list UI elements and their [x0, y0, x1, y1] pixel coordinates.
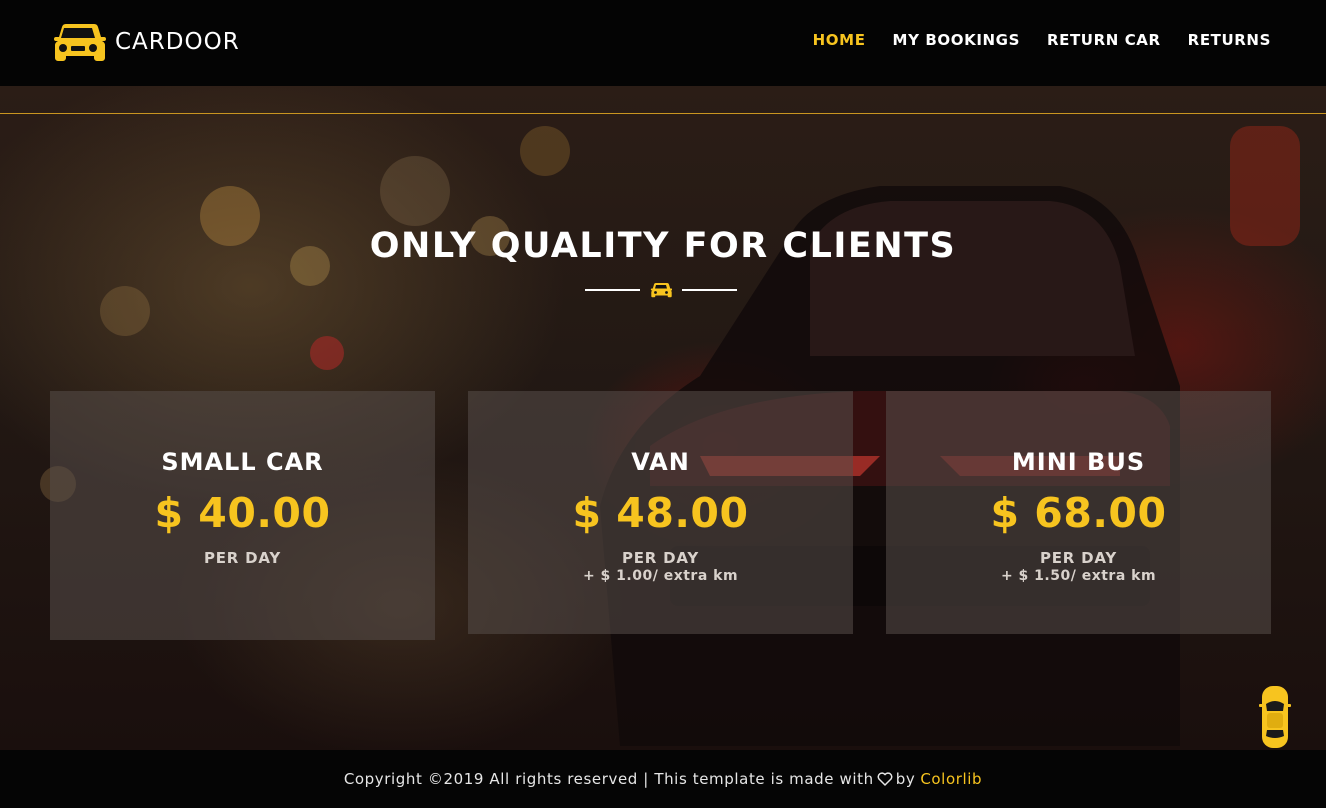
car-top-view-icon[interactable] — [1258, 684, 1292, 750]
pricing-card-price: $ 48.00 — [572, 489, 749, 537]
pricing-card-small-car: SMALL CAR $ 40.00 PER DAY — [50, 391, 435, 640]
hero-section: ONLY QUALITY FOR CLIENTS SMALL CAR $ 40.… — [0, 86, 1326, 750]
nav-item-returns[interactable]: RETURNS — [1188, 31, 1271, 49]
pricing-card-title: SMALL CAR — [161, 448, 324, 476]
pricing-card-van: VAN $ 48.00 PER DAY + $ 1.00/ extra km — [468, 391, 853, 634]
footer-copyright: Copyright ©2019 All rights reserved | Th… — [343, 770, 874, 788]
divider-line-left — [585, 289, 640, 291]
brand-logo-link[interactable]: CARDOOR — [50, 20, 240, 64]
brand-name: CARDOOR — [115, 29, 240, 55]
pricing-card-price: $ 68.00 — [990, 489, 1167, 537]
heart-icon — [877, 772, 893, 786]
pricing-card-price: $ 40.00 — [154, 489, 331, 537]
main-nav: HOME MY BOOKINGS RETURN CAR RETURNS — [786, 31, 1271, 49]
pricing-card-title: MINI BUS — [1011, 448, 1146, 476]
car-icon — [650, 282, 672, 298]
navbar: CARDOOR HOME MY BOOKINGS RETURN CAR RETU… — [0, 0, 1326, 86]
title-divider — [585, 282, 737, 298]
pricing-card-title: VAN — [631, 448, 690, 476]
nav-item-return-car[interactable]: RETURN CAR — [1047, 31, 1161, 49]
header-divider-line — [0, 113, 1326, 114]
pricing-card-extra: + $ 1.50/ extra km — [1000, 568, 1157, 584]
nav-item-home[interactable]: HOME — [813, 31, 866, 49]
footer-credit-link[interactable]: Colorlib — [920, 770, 982, 788]
bokeh-light — [310, 336, 344, 370]
pricing-card-mini-bus: MINI BUS $ 68.00 PER DAY + $ 1.50/ extra… — [886, 391, 1271, 634]
pricing-card-period: PER DAY — [1039, 549, 1118, 567]
car-front-icon — [54, 23, 106, 61]
footer: Copyright ©2019 All rights reserved | Th… — [0, 750, 1326, 808]
pricing-card-period: PER DAY — [621, 549, 700, 567]
pricing-card-period: PER DAY — [203, 549, 282, 567]
divider-line-right — [682, 289, 737, 291]
page-title: ONLY QUALITY FOR CLIENTS — [369, 226, 957, 266]
bokeh-light — [100, 286, 150, 336]
pricing-card-extra: + $ 1.00/ extra km — [582, 568, 739, 584]
bokeh-light — [380, 156, 450, 226]
footer-by: by — [895, 770, 916, 788]
nav-item-my-bookings[interactable]: MY BOOKINGS — [893, 31, 1020, 49]
